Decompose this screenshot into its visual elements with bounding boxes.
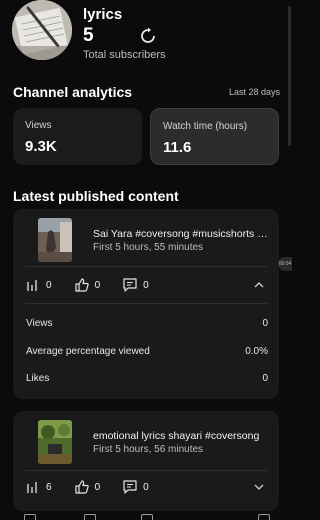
likes-metric-value: 0 <box>94 481 101 493</box>
views-label: Views <box>25 120 52 131</box>
chevron-down-icon[interactable] <box>253 481 265 493</box>
content-card[interactable]: Sai Yara #coversong #musicshorts #music … <box>13 209 279 399</box>
views-metric: 0 <box>25 277 52 293</box>
bar-chart-icon <box>27 482 37 493</box>
detail-label: Views <box>26 318 53 329</box>
detail-row-views: Views 0 <box>26 318 268 329</box>
studio-page: lyrics 5 Total subscribers Channel analy… <box>0 0 292 520</box>
likes-metric-value: 0 <box>94 279 101 291</box>
metric-row: 6 0 0 <box>25 478 171 496</box>
divider <box>25 266 267 267</box>
video-title[interactable]: Sai Yara #coversong #musicshorts #music <box>93 228 273 240</box>
video-meta: First 5 hours, 55 minutes <box>93 242 204 253</box>
detail-row-likes: Likes 0 <box>26 373 268 384</box>
views-value: 9.3K <box>25 138 57 155</box>
video-title[interactable]: emotional lyrics shayari #coversong <box>93 430 273 442</box>
comments-metric-value: 0 <box>143 279 149 291</box>
likes-metric: 0 <box>74 277 101 293</box>
views-metric-value: 6 <box>46 481 52 493</box>
views-card[interactable]: Views 9.3K <box>13 108 142 165</box>
analytics-period: Last 28 days <box>228 87 280 97</box>
channel-header: lyrics 5 Total subscribers <box>12 0 292 72</box>
nav-item-analytics[interactable] <box>141 514 153 520</box>
metric-row: 0 0 0 <box>25 276 171 294</box>
detail-value: 0.0% <box>245 346 268 357</box>
video-meta: First 5 hours, 56 minutes <box>93 444 204 455</box>
nav-item-content[interactable] <box>84 514 96 520</box>
divider <box>25 470 267 471</box>
detail-row-avg-viewed: Average percentage viewed 0.0% <box>26 346 268 357</box>
divider <box>25 303 267 304</box>
detail-label: Average percentage viewed <box>26 346 150 357</box>
detail-value: 0 <box>262 318 268 329</box>
nav-item-more[interactable] <box>258 514 270 520</box>
views-metric: 6 <box>25 479 52 495</box>
refresh-icon[interactable] <box>139 27 157 45</box>
subscriber-label: Total subscribers <box>83 49 166 61</box>
analytics-title: Channel analytics <box>13 84 133 100</box>
latest-content-title: Latest published content <box>13 188 179 204</box>
views-metric-value: 0 <box>46 279 52 291</box>
comments-metric: 0 <box>122 479 149 495</box>
video-thumbnail[interactable] <box>38 420 72 464</box>
comment-icon <box>123 480 137 494</box>
bottom-navigation <box>0 514 292 520</box>
chevron-up-icon[interactable] <box>253 279 265 291</box>
thumbs-up-icon <box>74 480 89 494</box>
thumbs-up-icon <box>74 278 89 292</box>
subscriber-count: 5 <box>83 25 94 46</box>
likes-metric: 0 <box>74 479 101 495</box>
nav-item-dashboard[interactable] <box>24 514 36 520</box>
channel-avatar[interactable] <box>12 0 72 60</box>
content-card[interactable]: emotional lyrics shayari #coversong Firs… <box>13 411 279 511</box>
detail-value: 0 <box>262 373 268 384</box>
bar-chart-icon <box>27 280 37 291</box>
channel-name: lyrics <box>83 6 123 23</box>
comment-icon <box>123 278 137 292</box>
comments-metric-value: 0 <box>143 481 149 493</box>
detail-label: Likes <box>26 373 50 384</box>
watch-time-label: Watch time (hours) <box>163 121 248 132</box>
watch-time-value: 11.6 <box>163 139 192 156</box>
side-timestamp-chip[interactable]: 00:04 <box>278 257 292 271</box>
comments-metric: 0 <box>122 277 149 293</box>
video-thumbnail[interactable] <box>38 218 72 262</box>
watch-time-card[interactable]: Watch time (hours) 11.6 <box>150 108 279 165</box>
